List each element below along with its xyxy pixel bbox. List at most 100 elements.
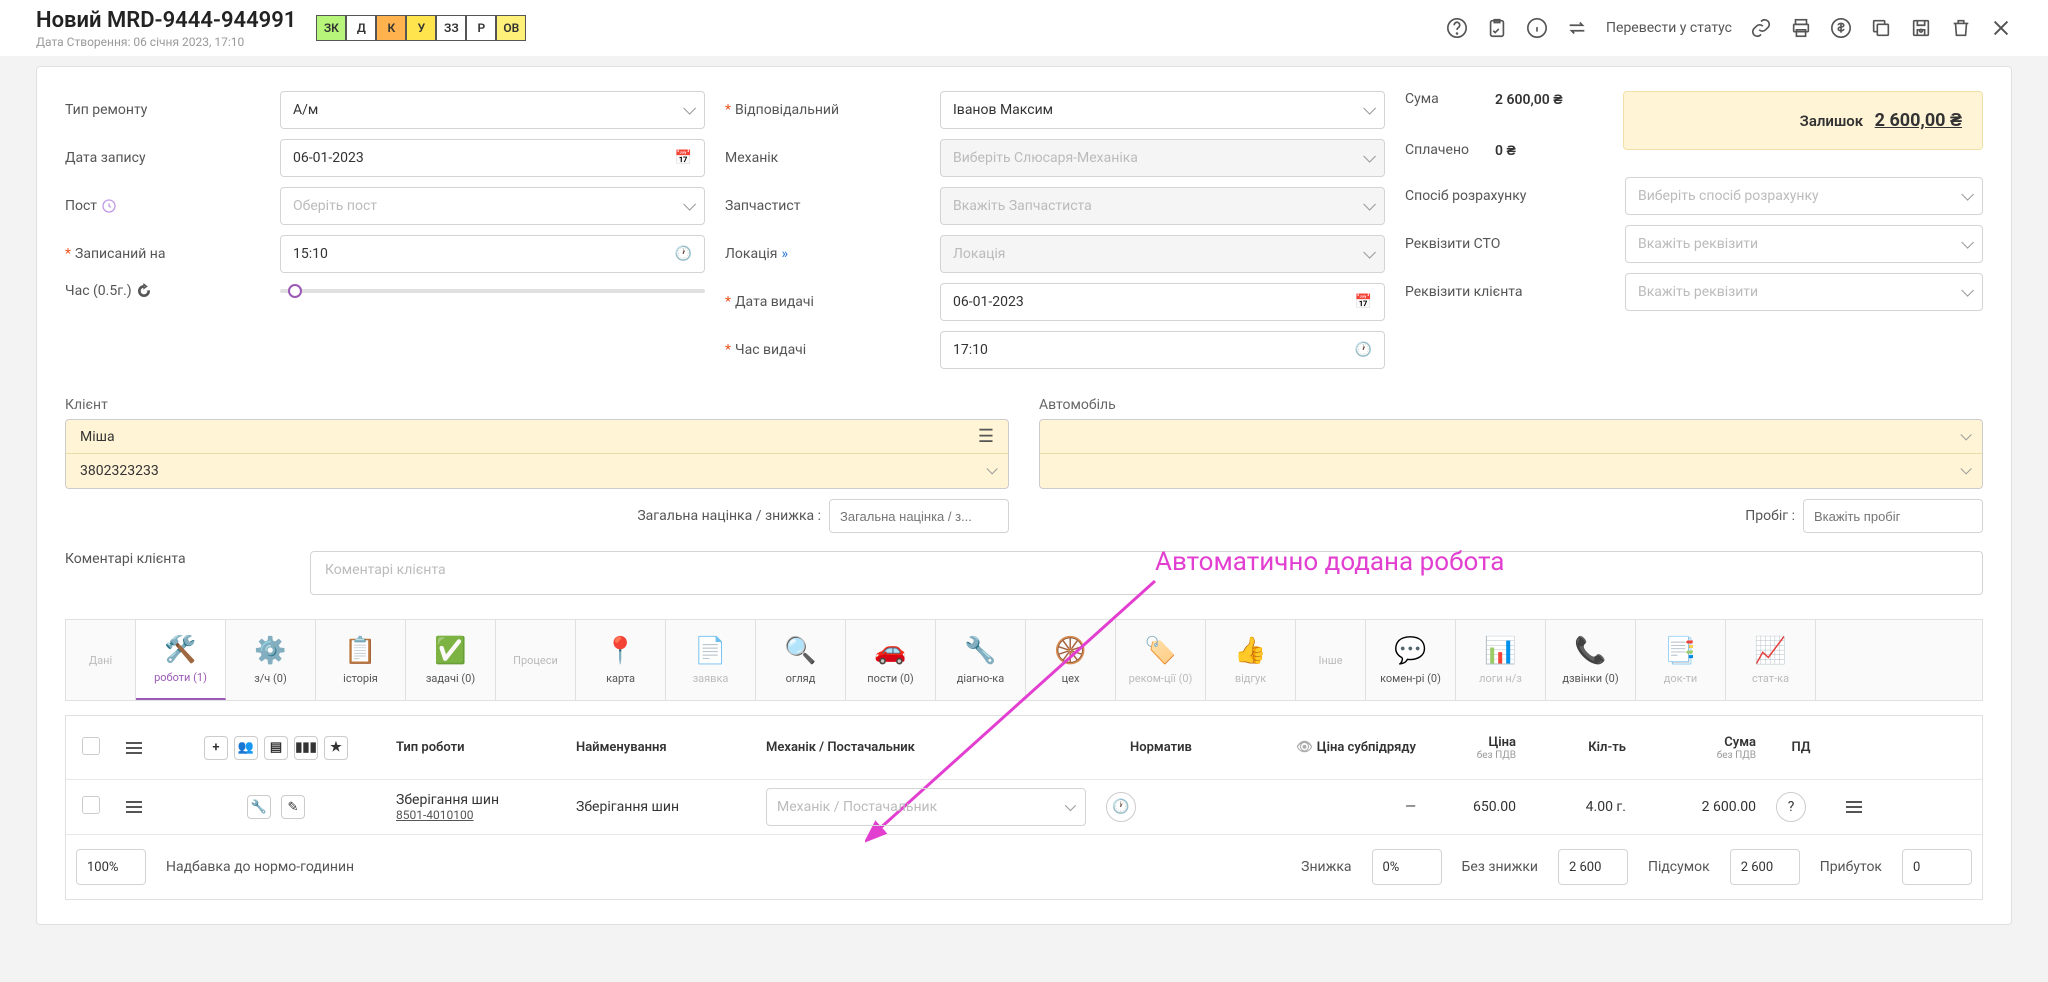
clock-icon — [101, 198, 117, 214]
edit-button[interactable]: ✎ — [281, 795, 305, 819]
issue-time-field[interactable]: 17:10🕐 — [940, 331, 1385, 369]
percent-value[interactable]: 100% — [76, 849, 146, 885]
tab-stats[interactable]: 📈стат-ка — [1726, 620, 1816, 700]
tab-recommendations[interactable]: 🏷️реком-ції (0) — [1116, 620, 1206, 700]
clipboard-check-icon[interactable] — [1486, 17, 1508, 39]
paid-value: 0 ₴ — [1495, 142, 1516, 159]
delete-icon[interactable] — [1950, 17, 1972, 39]
tab-map[interactable]: 📍карта — [576, 620, 666, 700]
tab-workshop[interactable]: 🛞цех — [1026, 620, 1116, 700]
link-icon[interactable] — [1750, 17, 1772, 39]
tab-feedback[interactable]: 👍відгук — [1206, 620, 1296, 700]
wrench-button[interactable]: 🔧 — [247, 795, 271, 819]
users-button[interactable]: 👥 — [234, 736, 258, 760]
status-pill-ov[interactable]: ОВ — [496, 15, 526, 41]
tab-processes[interactable]: Процеси — [496, 620, 576, 700]
discount-input[interactable] — [829, 499, 1009, 533]
copy-icon[interactable] — [1870, 17, 1892, 39]
tab-parts[interactable]: ⚙️з/ч (0) — [226, 620, 316, 700]
client-box: Міша☰ 3802323233 — [65, 419, 1009, 489]
status-pill-d[interactable]: Д — [346, 15, 376, 41]
tab-calls[interactable]: 📞дзвінки (0) — [1546, 620, 1636, 700]
status-pill-r[interactable]: Р — [466, 15, 496, 41]
row-sub: — — [1226, 791, 1426, 823]
star-button[interactable]: ★ — [324, 736, 348, 760]
save-icon[interactable] — [1910, 17, 1932, 39]
status-pill-k[interactable]: К — [376, 15, 406, 41]
vat-help-icon[interactable]: ? — [1776, 792, 1806, 822]
tab-logs[interactable]: 📊логи н/з — [1456, 620, 1546, 700]
client-req-select[interactable]: Вкажіть реквізити — [1625, 273, 1983, 311]
record-date-label: Дата запису — [65, 150, 280, 166]
comment-label: Коментарі клієнта — [65, 551, 310, 567]
list-button[interactable]: ▤ — [264, 736, 288, 760]
mileage-label: Пробіг : — [1745, 508, 1795, 524]
mechanic-select[interactable]: Виберіть Слюсаря-Механіка — [940, 139, 1385, 177]
tab-history[interactable]: 📋історія — [316, 620, 406, 700]
row-checkbox[interactable] — [82, 796, 100, 814]
discount-label: Знижка — [1301, 859, 1351, 875]
post-select[interactable]: Оберіть пост — [280, 187, 705, 225]
status-pill-zz[interactable]: ЗЗ — [436, 15, 466, 41]
thumb-up-icon: 👍 — [1234, 636, 1266, 666]
tab-comments[interactable]: 💬комен-рі (0) — [1366, 620, 1456, 700]
row-code-link[interactable]: 8501-4010100 — [396, 808, 556, 822]
sto-req-label: Реквізити СТО — [1405, 236, 1625, 252]
table-footer: 100% Надбавка до нормо-годинин Знижка 0%… — [66, 835, 1982, 899]
status-pill-zk[interactable]: ЗК — [316, 15, 346, 41]
transfer-icon[interactable] — [1566, 17, 1588, 39]
help-icon[interactable] — [1446, 17, 1468, 39]
barcode-button[interactable]: ▮▮▮ — [294, 736, 318, 760]
menu-icon[interactable]: ☰ — [978, 426, 994, 447]
location-link-icon[interactable]: » — [781, 246, 788, 262]
history-icon: 📋 — [344, 636, 376, 666]
client-phone-row[interactable]: 3802323233 — [66, 454, 1008, 488]
payment-method-select[interactable]: Виберіть спосіб розрахунку — [1625, 177, 1983, 215]
auto-row-2[interactable] — [1040, 454, 1982, 488]
info-icon[interactable] — [1526, 17, 1548, 39]
record-date-field[interactable]: 06-01-2023📅 — [280, 139, 705, 177]
row-menu-icon[interactable] — [126, 801, 156, 813]
add-button[interactable]: + — [204, 736, 228, 760]
th-norm: Норматив — [1096, 732, 1226, 763]
table-row: 🔧 ✎ Зберігання шин 8501-4010100 Зберіган… — [66, 780, 1982, 835]
location-select[interactable]: Локація — [940, 235, 1385, 273]
tab-inspection[interactable]: 🔍огляд — [756, 620, 846, 700]
status-pill-u[interactable]: У — [406, 15, 436, 41]
repair-type-select[interactable]: А/м — [280, 91, 705, 129]
chevron-down-icon — [1960, 429, 1971, 440]
money-icon[interactable] — [1830, 17, 1852, 39]
tab-works[interactable]: 🛠️роботи (1) — [136, 620, 226, 700]
row-trailing-menu-icon[interactable] — [1846, 801, 1876, 813]
transfer-label[interactable]: Перевести у статус — [1606, 20, 1732, 36]
row-mechanic-select[interactable]: Механік / Постачальник — [766, 788, 1086, 826]
client-name-row[interactable]: Міша☰ — [66, 420, 1008, 454]
th-mech: Механік / Постачальник — [756, 732, 1096, 763]
parts-select[interactable]: Вкажіть Запчастиста — [940, 187, 1385, 225]
page-title: Новий MRD-9444-944991 — [36, 8, 296, 33]
tab-diag[interactable]: 🔧діагно-ка — [936, 620, 1026, 700]
mileage-input[interactable] — [1803, 499, 1983, 533]
sto-req-select[interactable]: Вкажіть реквізити — [1625, 225, 1983, 263]
print-icon[interactable] — [1790, 17, 1812, 39]
chart-icon: 📈 — [1754, 636, 1786, 666]
calendar-icon: 📅 — [1355, 294, 1372, 310]
tab-data[interactable]: Дані — [66, 620, 136, 700]
tab-tasks[interactable]: ✅задачі (0) — [406, 620, 496, 700]
remainder-value: 2 600,00 ₴ — [1875, 110, 1962, 131]
tab-request[interactable]: 📄заявка — [666, 620, 756, 700]
discount-value[interactable]: 0% — [1372, 849, 1442, 885]
tab-docs[interactable]: 📑док-ти — [1636, 620, 1726, 700]
tab-posts[interactable]: 🚗пости (0) — [846, 620, 936, 700]
responsible-select[interactable]: Іванов Максим — [940, 91, 1385, 129]
booked-time-field[interactable]: 15:10🕐 — [280, 235, 705, 273]
tab-other[interactable]: Інше — [1296, 620, 1366, 700]
select-all-checkbox[interactable] — [82, 737, 100, 755]
comment-field[interactable]: Коментарі клієнта — [310, 551, 1983, 595]
duration-slider[interactable] — [280, 289, 705, 293]
header-menu-icon[interactable] — [126, 742, 156, 754]
auto-row-1[interactable] — [1040, 420, 1982, 454]
close-icon[interactable] — [1990, 17, 2012, 39]
issue-date-field[interactable]: 06-01-2023📅 — [940, 283, 1385, 321]
norm-clock-icon[interactable]: 🕐 — [1106, 792, 1136, 822]
